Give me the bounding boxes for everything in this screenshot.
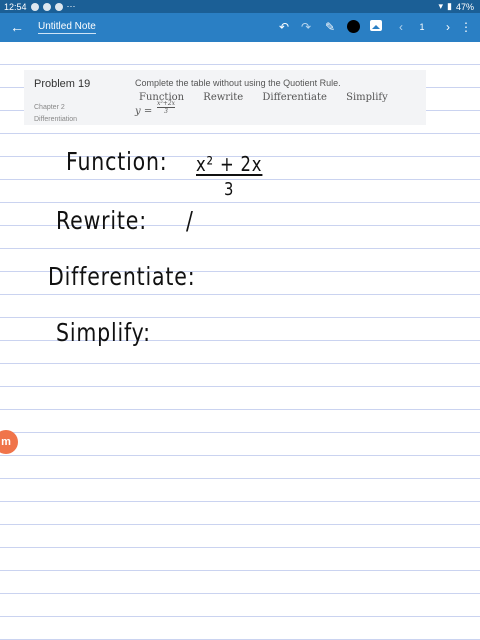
pen-color-swatch[interactable] — [347, 20, 360, 33]
status-time: 12:54 — [4, 1, 27, 12]
problem-chapter: Chapter 2 — [34, 104, 65, 111]
handwritten-rewrite-label: Rewrite: — [56, 206, 147, 235]
notification-icon — [30, 2, 39, 11]
problem-equation: y = x²+2x 3 — [135, 100, 176, 117]
status-bar: 12:54 ⋯ ▾ ▮ 47% — [0, 0, 480, 13]
notification-icon-3 — [54, 2, 63, 11]
column-differentiate: Differentiate — [262, 92, 327, 103]
column-simplify: Simplify — [346, 92, 388, 103]
page-number: 1 — [419, 22, 425, 32]
battery-level: 47% — [455, 1, 474, 12]
previous-page-icon[interactable]: ‹ — [393, 19, 409, 35]
handwritten-numerator: x² + 2x — [196, 152, 263, 176]
equation-denominator: 3 — [164, 108, 168, 115]
app-logo[interactable]: m — [0, 430, 18, 454]
equation-lhs: y = — [135, 106, 153, 117]
image-icon[interactable] — [370, 20, 382, 31]
redo-icon[interactable]: ↷ — [298, 19, 314, 35]
notification-icon-2 — [42, 2, 51, 11]
handwritten-function-label: Function: — [66, 147, 168, 176]
problem-instruction: Complete the table without using the Quo… — [135, 78, 341, 88]
pen-icon[interactable]: ✎ — [322, 19, 338, 35]
problem-card: Problem 19 Chapter 2 Differentiation Com… — [24, 70, 426, 125]
battery-icon: ▮ — [447, 1, 452, 11]
wifi-icon: ▾ — [438, 1, 444, 11]
undo-icon[interactable]: ↶ — [276, 19, 292, 35]
next-page-icon[interactable]: › — [440, 19, 456, 35]
toolbar: ← Untitled Note ↶ ↷ ✎ ‹ 1 › ⋮ — [0, 13, 480, 42]
handwritten-denominator: 3 — [224, 179, 235, 200]
problem-section: Differentiation — [34, 116, 78, 123]
handwritten-differentiate-label: Differentiate: — [48, 262, 196, 291]
back-arrow-icon[interactable]: ← — [10, 19, 24, 35]
equation-fraction: x²+2x 3 — [157, 100, 176, 115]
more-options-icon[interactable]: ⋮ — [458, 19, 474, 35]
handwritten-simplify-label: Simplify: — [56, 318, 151, 347]
column-rewrite: Rewrite — [203, 92, 244, 103]
note-title[interactable]: Untitled Note — [38, 21, 96, 34]
handwritten-rewrite-mark: / — [186, 206, 194, 235]
more-notifications-icon: ⋯ — [66, 1, 76, 11]
problem-title: Problem 19 — [34, 78, 91, 90]
equation-numerator: x²+2x — [157, 100, 176, 108]
problem-table-header: Function Rewrite Differentiate Simplify — [139, 92, 404, 103]
note-page[interactable]: Problem 19 Chapter 2 Differentiation Com… — [0, 42, 480, 640]
